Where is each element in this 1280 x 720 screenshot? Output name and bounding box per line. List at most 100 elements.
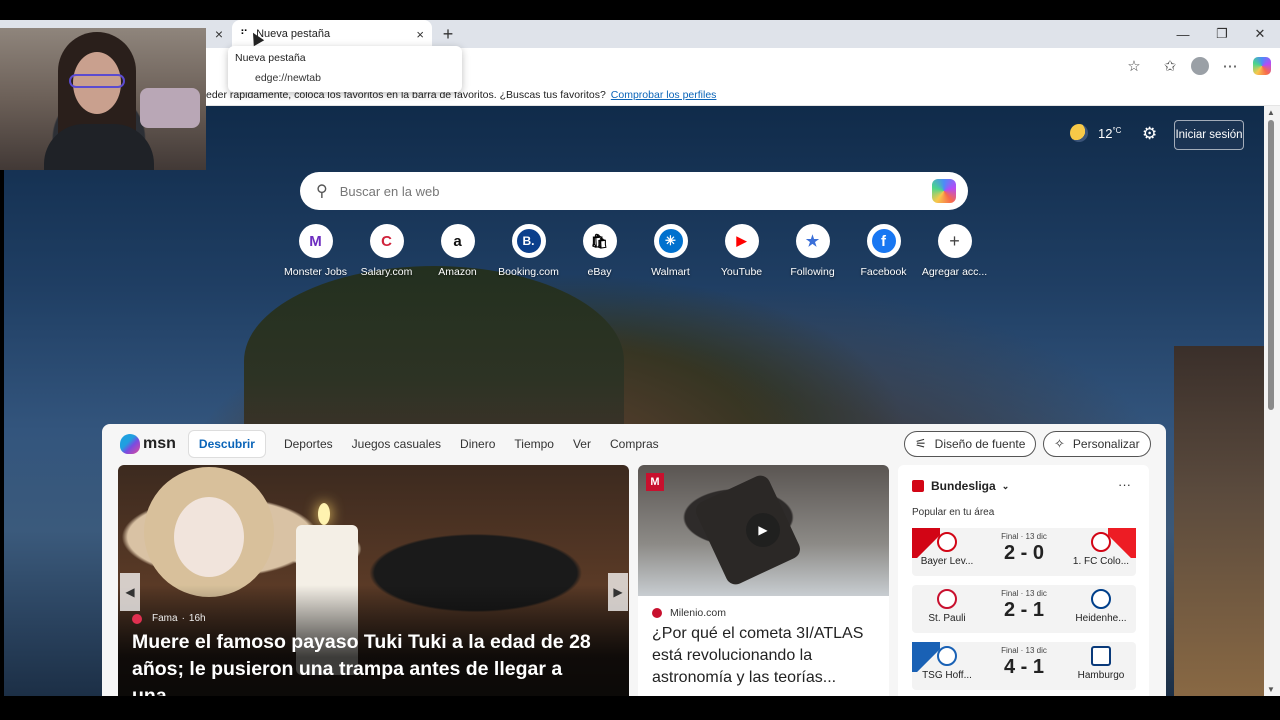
quicklink-salary[interactable]: C Salary.com [351, 224, 422, 278]
tab-sports[interactable]: Deportes [284, 437, 333, 451]
bayer-crest-icon [937, 532, 957, 552]
msn-logo-text: msn [143, 435, 176, 452]
match-score: 2 - 0 [1003, 542, 1045, 564]
restore-button[interactable]: ❐ [1203, 20, 1241, 48]
quicklink-label: Agregar acc... [921, 266, 988, 278]
new-tab-button[interactable]: + [438, 24, 458, 44]
quicklink-label: Monster Jobs [283, 266, 348, 278]
add-icon: + [937, 224, 972, 258]
story-headline[interactable]: ¿Por qué el cometa 3I/ATLAS está revoluc… [652, 623, 880, 689]
quicklink-facebook[interactable]: f Facebook [848, 224, 919, 278]
active-tab[interactable]: ⠋ Nueva pestaña × [232, 20, 432, 48]
quicklink-label: YouTube [720, 266, 763, 278]
hero-headline[interactable]: Muere el famoso payaso Tuki Tuki a la ed… [132, 629, 616, 696]
top-black-bar [0, 0, 1280, 20]
weather-widget[interactable]: 12 °C [1070, 124, 1121, 142]
match-score: 4 - 1 [1003, 656, 1045, 678]
webcam-person-glasses [69, 74, 125, 88]
feed-nav: msn Descubrir Deportes Juegos casuales D… [102, 424, 1166, 464]
following-star-icon: ★ [795, 224, 830, 258]
koln-crest-icon [1091, 532, 1111, 552]
match-row[interactable]: TSG Hoff... Final · 13 dic 4 - 1 Hamburgo [912, 642, 1136, 690]
quicklink-label: Following [790, 266, 835, 278]
match-state: Final · 13 dic [1001, 589, 1047, 598]
story-card-comet[interactable]: M ▶ Milenio.com ¿Por qué el cometa 3I/AT… [638, 465, 889, 696]
hero-story-card[interactable]: ◀ ▶ Fama · 16h Muere el famoso payaso Tu… [118, 465, 629, 696]
quicklink-ebay[interactable]: 🛍 eBay [564, 224, 635, 278]
signin-button[interactable]: Iniciar sesión [1174, 120, 1244, 150]
page-scrollbar[interactable]: ▲ ▼ [1264, 106, 1280, 696]
match-state: Final · 13 dic [1001, 646, 1047, 655]
salary-icon: C [369, 224, 404, 258]
font-design-button[interactable]: ⚟ Diseño de fuente [904, 431, 1037, 457]
settings-gear-icon[interactable]: ⚙ [1142, 124, 1157, 144]
scroll-down-arrow-icon[interactable]: ▼ [1267, 685, 1275, 694]
quicklink-add[interactable]: + Agregar acc... [919, 224, 990, 278]
hero-meta: Fama · 16h [132, 613, 206, 624]
quicklink-booking[interactable]: B. Booking.com [493, 224, 564, 278]
quicklink-label: Walmart [651, 266, 690, 278]
ebay-bag-icon: 🛍 [582, 224, 617, 258]
minimize-button[interactable]: — [1164, 20, 1202, 48]
home-team-name: TSG Hoff... [922, 670, 972, 681]
favorite-star-icon[interactable]: ☆ [1124, 56, 1144, 76]
match-result: Final · 13 dic 4 - 1 [986, 646, 1062, 679]
league-selector[interactable]: Bundesliga ⌄ [912, 479, 1009, 493]
more-options-icon[interactable]: ⋯ [1220, 56, 1240, 76]
quicklink-label: Booking.com [498, 266, 559, 278]
hero-clown-face [174, 497, 244, 577]
bundesliga-icon [912, 480, 924, 492]
webcam-person-body [44, 124, 154, 170]
msn-butterfly-icon [120, 434, 140, 454]
tab-discover[interactable]: Descubrir [187, 430, 266, 458]
previous-tab-close-button[interactable]: × [206, 20, 232, 48]
play-video-icon[interactable]: ▶ [746, 513, 780, 547]
tab-title: Nueva pestaña [256, 28, 331, 40]
profile-avatar-icon[interactable] [1190, 56, 1210, 76]
scroll-up-arrow-icon[interactable]: ▲ [1267, 108, 1275, 117]
walmart-icon: ✳ [653, 224, 688, 258]
carousel-next-button[interactable]: ▶ [608, 573, 628, 611]
home-team: St. Pauli [912, 589, 982, 624]
web-search-box[interactable]: ⚲ [300, 172, 968, 210]
sliders-icon: ⚟ [915, 436, 927, 451]
tab-hover-tooltip: Nueva pestaña edge://newtab [228, 46, 462, 92]
close-window-button[interactable]: ✕ [1241, 20, 1279, 48]
check-profiles-link[interactable]: Comprobar los perfiles [611, 89, 717, 101]
msn-feed: msn Descubrir Deportes Juegos casuales D… [102, 424, 1166, 696]
quicklink-amazon[interactable]: a Amazon [422, 224, 493, 278]
match-row[interactable]: St. Pauli Final · 13 dic 2 - 1 Heidenhe..… [912, 585, 1136, 633]
scrollbar-thumb[interactable] [1268, 120, 1274, 410]
milenio-logo-icon: M [646, 473, 664, 491]
more-options-button[interactable]: ··· [1118, 477, 1131, 492]
match-row[interactable]: Bayer Lev... Final · 13 dic 2 - 0 1. FC C… [912, 528, 1136, 576]
copilot-search-icon[interactable] [932, 179, 956, 203]
sports-widget: Bundesliga ⌄ ··· Popular en tu área Bayer… [898, 465, 1149, 696]
search-input[interactable] [339, 183, 932, 199]
tab-money[interactable]: Dinero [460, 437, 495, 451]
story-source: Milenio.com [652, 607, 726, 619]
tab-close-button[interactable]: × [416, 27, 424, 42]
quicklink-youtube[interactable]: ▶ YouTube [706, 224, 777, 278]
favorites-icon[interactable]: ✩ [1160, 56, 1180, 76]
home-team-name: Bayer Lev... [920, 556, 974, 567]
tab-casual-games[interactable]: Juegos casuales [352, 437, 441, 451]
copilot-icon[interactable] [1252, 56, 1272, 76]
webcam-background-shelf [140, 88, 200, 128]
msn-logo[interactable]: msn [120, 434, 176, 454]
hero-source: Fama [152, 613, 178, 624]
away-team-name: Hamburgo [1077, 670, 1125, 681]
home-team: TSG Hoff... [912, 646, 982, 681]
tab-weather[interactable]: Tiempo [514, 437, 554, 451]
tab-shopping[interactable]: Compras [610, 437, 659, 451]
carousel-prev-button[interactable]: ◀ [120, 573, 140, 611]
quicklink-label: Salary.com [360, 266, 413, 278]
quick-links: M Monster Jobs C Salary.com a Amazon B. Book… [280, 224, 990, 278]
away-team: Hamburgo [1066, 646, 1136, 681]
personalize-button[interactable]: ✧ Personalizar [1043, 431, 1151, 457]
quicklink-monster-jobs[interactable]: M Monster Jobs [280, 224, 351, 278]
quicklink-walmart[interactable]: ✳ Walmart [635, 224, 706, 278]
tab-watch[interactable]: Ver [573, 437, 591, 451]
quicklink-following[interactable]: ★ Following [777, 224, 848, 278]
quicklink-label: Amazon [438, 266, 477, 278]
